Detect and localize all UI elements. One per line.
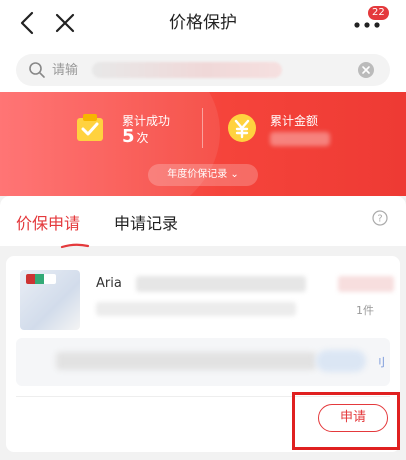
product-card: Aria 1件 刂 申请 <box>6 256 400 452</box>
active-tab-indicator <box>60 234 90 249</box>
success-unit: 次 <box>136 131 149 145</box>
product-spec-redacted <box>96 302 296 316</box>
product-title: Aria <box>96 276 122 291</box>
apply-button[interactable]: 申请 <box>318 404 388 432</box>
total-amount-label: 累计金额 <box>270 114 319 128</box>
total-success-value: 5次 <box>122 126 149 147</box>
year-record-button[interactable]: 年度价保记录 ⌄ <box>148 164 258 186</box>
top-nav: 价格保护 22 <box>0 0 406 46</box>
product-quantity: 1件 <box>356 304 374 317</box>
search-section <box>0 46 406 92</box>
tab-bar: 价保申请 申请记录 ? <box>0 196 406 249</box>
stats-banner: 累计成功 5次 累计金额 年度价保记录 ⌄ <box>0 92 406 196</box>
product-image-tag <box>26 274 56 284</box>
tab-price-protect-apply[interactable]: 价保申请 <box>16 210 80 234</box>
success-count: 5 <box>122 126 135 147</box>
search-icon <box>28 61 46 79</box>
tab-apply-records[interactable]: 申请记录 <box>114 210 178 234</box>
stats-divider <box>202 108 203 148</box>
price-info-bar: 刂 <box>16 338 390 386</box>
search-redacted-text <box>92 62 282 78</box>
more-menu-button[interactable]: 22 <box>352 6 392 38</box>
message-count-badge: 22 <box>368 6 389 20</box>
card-divider <box>16 396 390 397</box>
search-bar <box>16 54 390 86</box>
svg-text:?: ? <box>377 214 382 225</box>
more-dots-icon <box>354 22 380 28</box>
price-info-redacted <box>56 352 316 370</box>
total-amount-redacted <box>270 132 330 146</box>
product-title-redacted <box>136 276 306 292</box>
product-image[interactable] <box>20 270 80 330</box>
help-icon[interactable]: ? <box>372 210 388 226</box>
product-price-redacted <box>338 276 394 292</box>
clear-search-icon[interactable] <box>357 61 375 79</box>
back-arrow-icon[interactable] <box>16 10 40 36</box>
yen-coin-icon <box>226 112 258 144</box>
check-clipboard-icon <box>74 112 106 144</box>
price-info-link[interactable]: 刂 <box>374 354 385 370</box>
price-info-link-redacted <box>316 350 366 372</box>
close-icon[interactable] <box>52 10 78 36</box>
